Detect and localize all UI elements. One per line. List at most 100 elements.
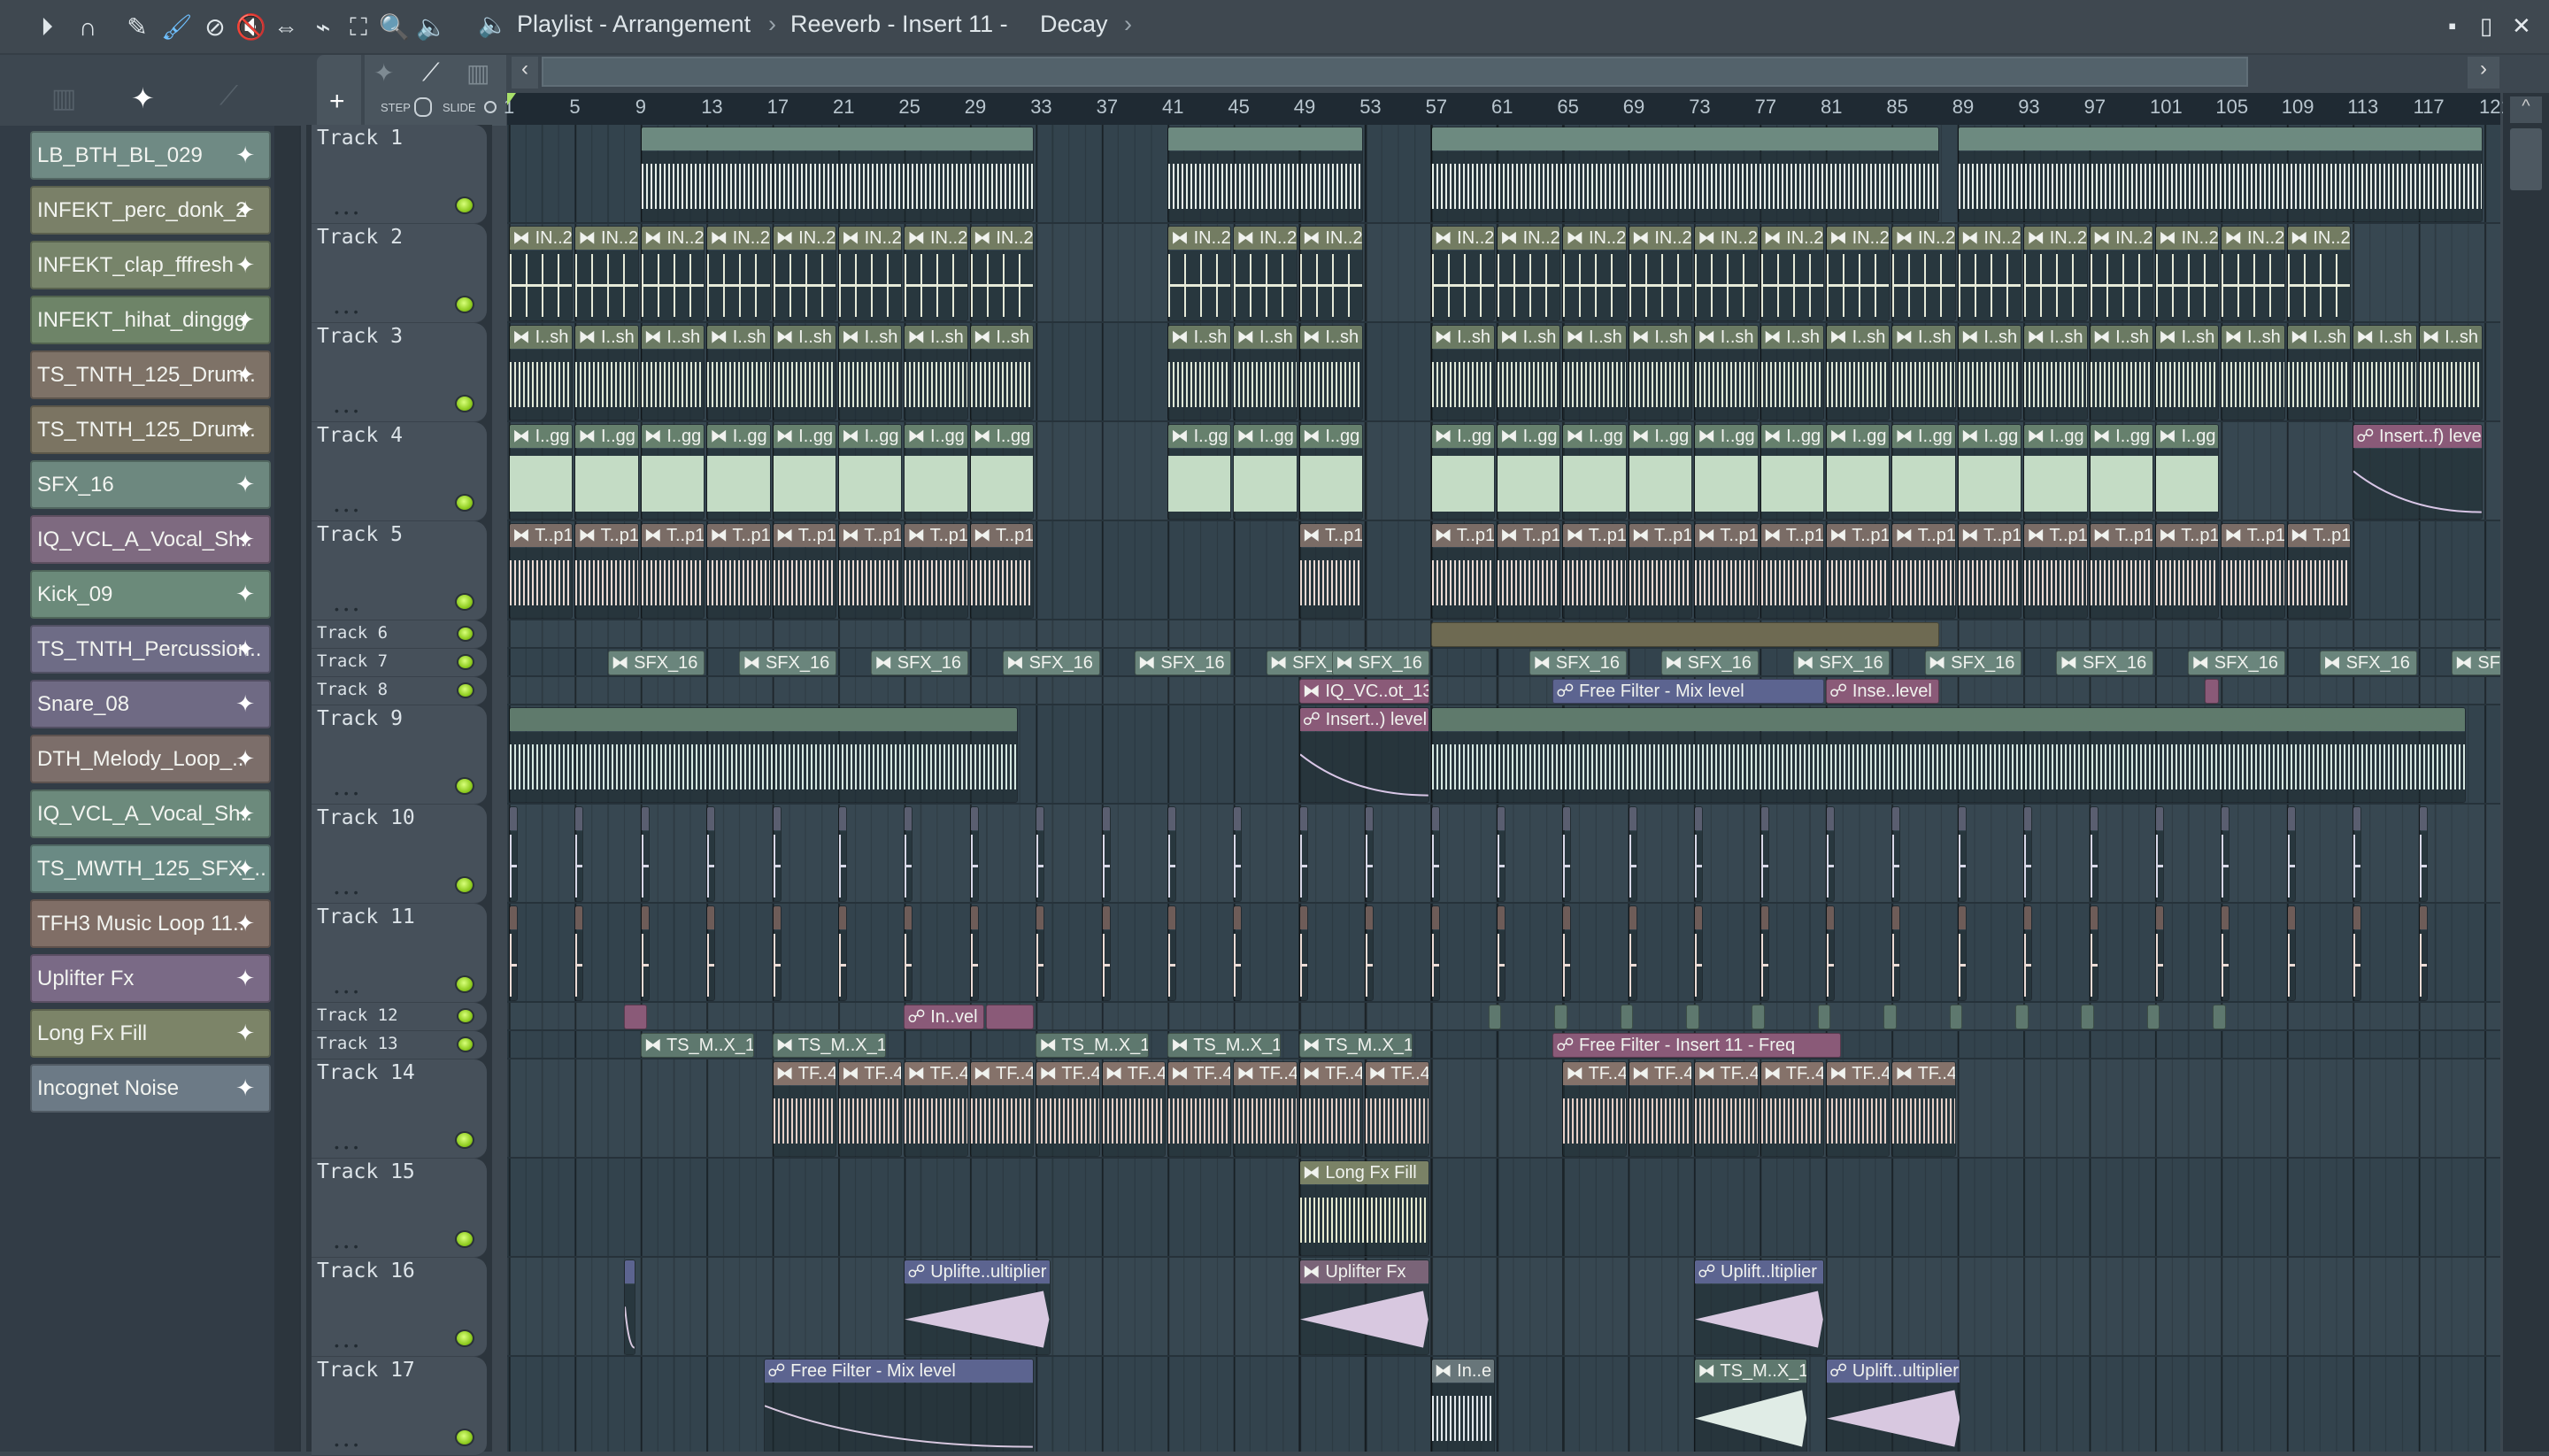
- piano-roll-icon[interactable]: ▥: [51, 83, 76, 114]
- track-header[interactable]: Track 14 • • •: [312, 1059, 487, 1159]
- clip[interactable]: [986, 1005, 1035, 1029]
- scroll-left-button[interactable]: ‹: [512, 57, 538, 89]
- clip[interactable]: ⧓ SFX_16: [871, 651, 968, 675]
- track-enable-led[interactable]: [457, 1036, 474, 1052]
- clip[interactable]: ⧓ TF..4: [1694, 1061, 1759, 1157]
- track-options-icon[interactable]: • • •: [335, 984, 358, 998]
- browser-item[interactable]: INFEKT_clap_fffresh ✦: [30, 241, 271, 289]
- clip[interactable]: ⧓ IN..2: [1167, 226, 1232, 321]
- clip[interactable]: [574, 806, 584, 902]
- clip[interactable]: [2089, 905, 2098, 1001]
- clip[interactable]: [1101, 806, 1111, 902]
- add-pattern-button[interactable]: +: [317, 55, 361, 126]
- clip[interactable]: ⧓ I..sh: [2089, 325, 2153, 420]
- delete-icon[interactable]: ⊘: [200, 12, 230, 42]
- zoom-icon[interactable]: 🔍: [379, 12, 410, 42]
- clip[interactable]: ⧓ IQ_VC..ot_13: [1298, 679, 1429, 704]
- browser-item[interactable]: Uplifter Fx ✦: [30, 954, 271, 1003]
- clip[interactable]: [2089, 806, 2098, 902]
- track-lane[interactable]: ⧓ TF..4 ⧓ TF..4 ⧓ TF..4 ⧓ TF..4 ⧓ TF..4 ⧓ TF.…: [507, 1059, 2500, 1159]
- clip[interactable]: ⧓ T..p1: [904, 523, 968, 619]
- clip[interactable]: [2155, 905, 2164, 1001]
- clip[interactable]: ⧓ I..sh: [1562, 325, 1627, 420]
- clip[interactable]: ⧓ In..e: [1430, 1359, 1495, 1452]
- clip[interactable]: ⧓ IN..2: [509, 226, 574, 321]
- track-header[interactable]: Track 15 • • •: [312, 1159, 487, 1258]
- track-enable-led[interactable]: [455, 593, 474, 611]
- clip[interactable]: ⧓ T..p1: [969, 523, 1035, 619]
- track-header[interactable]: Track 9 • • •: [312, 705, 487, 805]
- track-enable-led[interactable]: [457, 626, 474, 642]
- paint-brush-icon[interactable]: 🖌: [161, 12, 193, 42]
- waveform-icon[interactable]: ✦: [373, 58, 394, 88]
- timeline-ruler[interactable]: 1 5 9 13 17 21 25 29 33 37 41 45 49 53 57 61 65 69 73 77 81 8…: [504, 93, 2512, 125]
- clip[interactable]: ⧓ TF..4: [1628, 1061, 1693, 1157]
- track-lane[interactable]: ☍ Uplifte..ultiplier ⧓ Uplifter Fx ☍ Uplif…: [507, 1258, 2500, 1357]
- track-enable-led[interactable]: [455, 196, 474, 214]
- clip[interactable]: ⧓ TF..4: [772, 1061, 836, 1157]
- clip[interactable]: ⧓ SFX_16: [1924, 651, 2022, 675]
- track-lane[interactable]: [507, 125, 2500, 224]
- clip[interactable]: ⧓ I..sh: [2023, 325, 2088, 420]
- clip[interactable]: ⧓ TF..4: [1891, 1061, 1956, 1157]
- clip[interactable]: ⧓ IN..2: [1298, 226, 1364, 321]
- breadcrumb-target[interactable]: Reeverb - Insert 11 -: [790, 11, 1008, 38]
- clip[interactable]: ⧓ I..sh: [1497, 325, 1561, 420]
- clip[interactable]: [772, 905, 782, 1001]
- clip[interactable]: ⧓ I..sh: [640, 325, 705, 420]
- track-header[interactable]: Track 4 • • •: [312, 422, 487, 521]
- clip[interactable]: ⧓ I..sh: [1430, 325, 1495, 420]
- vertical-scrollbar[interactable]: ^: [2503, 93, 2549, 1452]
- clip[interactable]: [1620, 1005, 1634, 1029]
- clip[interactable]: [706, 806, 716, 902]
- clip[interactable]: [2213, 1005, 2226, 1029]
- browser-scrollbar[interactable]: [274, 126, 299, 1452]
- clip[interactable]: [1562, 905, 1572, 1001]
- clip[interactable]: ⧓ TF..4: [1167, 1061, 1232, 1157]
- clip[interactable]: ⧓ T..p1: [1628, 523, 1693, 619]
- clip[interactable]: [1694, 806, 1704, 902]
- clip[interactable]: ⧓ I..gg: [772, 424, 836, 520]
- clip[interactable]: [1365, 905, 1375, 1001]
- clip[interactable]: [1817, 1005, 1831, 1029]
- clip[interactable]: ⧓ T..p1: [838, 523, 903, 619]
- clip[interactable]: ⧓ I..sh: [2155, 325, 2220, 420]
- clip[interactable]: [1488, 1005, 1502, 1029]
- clip[interactable]: ⧓ T..p1: [509, 523, 574, 619]
- track-lane[interactable]: ☍ Insert..) level: [507, 705, 2500, 805]
- clip[interactable]: ⧓ IN..2: [574, 226, 639, 321]
- clip[interactable]: ⧓ T..p1: [2221, 523, 2285, 619]
- clip[interactable]: [2286, 806, 2296, 902]
- clip[interactable]: ⧓ T..p1: [706, 523, 771, 619]
- clip[interactable]: ⧓ I..sh: [1891, 325, 1956, 420]
- playlist-grid[interactable]: ⧓ IN..2 ⧓ IN..2 ⧓ IN..2 ⧓ IN..2 ⧓ IN..2 ⧓ IN.…: [507, 125, 2500, 1452]
- clip[interactable]: [706, 905, 716, 1001]
- clip[interactable]: [1760, 905, 1769, 1001]
- clip[interactable]: [624, 1005, 648, 1029]
- magnet-icon[interactable]: ∩: [73, 12, 103, 42]
- track-lane[interactable]: [507, 620, 2500, 649]
- track-options-icon[interactable]: • • •: [335, 1437, 358, 1452]
- browser-item[interactable]: TS_TNTH_125_Drum.. ✦: [30, 405, 271, 454]
- clip[interactable]: [904, 905, 913, 1001]
- clip[interactable]: ⧓ IN..2: [2023, 226, 2088, 321]
- clip[interactable]: ⧓ I..sh: [969, 325, 1035, 420]
- breadcrumb-param[interactable]: Decay: [1040, 11, 1108, 38]
- clip[interactable]: ⧓ I..gg: [2155, 424, 2220, 520]
- speaker-icon[interactable]: 🔈: [478, 11, 508, 39]
- clip[interactable]: ⧓ I..gg: [509, 424, 574, 520]
- clip[interactable]: [772, 806, 782, 902]
- clip[interactable]: ⧓ SFX_16: [1792, 651, 1891, 675]
- track-lane[interactable]: ⧓ IQ_VC..ot_13 ☍ Free Filter - Mix level ☍…: [507, 677, 2500, 705]
- clip[interactable]: ⧓ TS_M..X_12: [1694, 1359, 1808, 1452]
- clip[interactable]: [1430, 707, 2467, 803]
- track-enable-led[interactable]: [455, 1429, 474, 1446]
- track-enable-led[interactable]: [455, 494, 474, 512]
- browser-item[interactable]: Snare_08 ✦: [30, 680, 271, 728]
- track-lane[interactable]: ⧓ Long Fx Fill: [507, 1159, 2500, 1258]
- clip[interactable]: ⧓ T..p1: [772, 523, 836, 619]
- scroll-right-button[interactable]: ›: [2468, 57, 2499, 89]
- clip[interactable]: [838, 806, 847, 902]
- track-options-icon[interactable]: • • •: [335, 885, 358, 899]
- clip[interactable]: ⧓ I..gg: [574, 424, 639, 520]
